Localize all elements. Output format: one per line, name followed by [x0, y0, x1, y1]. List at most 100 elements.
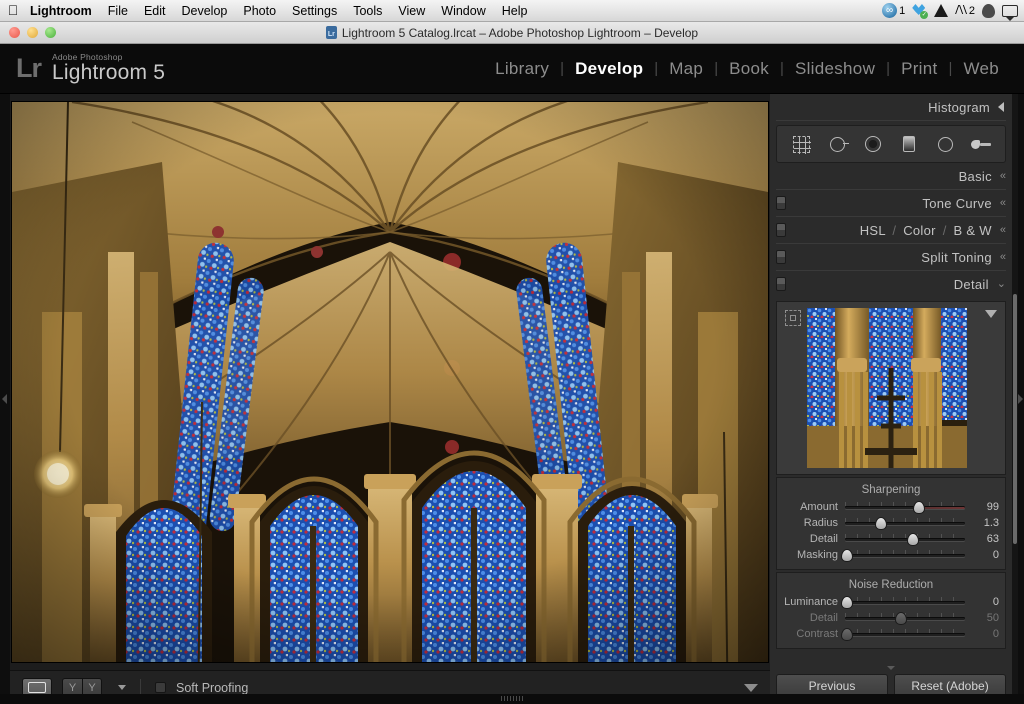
- spot-removal-tool[interactable]: [823, 131, 851, 157]
- panel-header-hsl-color-bw[interactable]: HSL / Color / B & W «: [770, 217, 1012, 243]
- adobe-status-item[interactable]: /\\ 2: [955, 3, 975, 18]
- dropbox-status-item[interactable]: [912, 3, 929, 19]
- slider-row-luminance[interactable]: Luminance 0: [777, 594, 1005, 610]
- apple-menu-icon[interactable]: : [0, 3, 26, 19]
- slider-knob-amount[interactable]: [913, 500, 926, 514]
- right-panel-collapse-strip[interactable]: [1018, 94, 1024, 704]
- panel-header-histogram[interactable]: Histogram: [770, 94, 1012, 120]
- slider-knob-detail[interactable]: [907, 532, 920, 546]
- slider-track-amount[interactable]: [845, 500, 965, 514]
- panel-switch-hsl[interactable]: [776, 223, 786, 237]
- slider-track-radius[interactable]: [845, 516, 965, 530]
- chevron-collapse-icon[interactable]: «: [1000, 251, 1006, 263]
- sharpening-section: Sharpening Amount 99 Radius 1.3 Detail 6…: [776, 477, 1006, 570]
- color-tab[interactable]: Color: [903, 223, 936, 238]
- menu-item-help[interactable]: Help: [494, 0, 536, 22]
- slider-row-nr-detail[interactable]: Detail 50: [777, 610, 1005, 626]
- panel-header-split-toning[interactable]: Split Toning «: [770, 244, 1012, 270]
- identity-plate[interactable]: Lr Adobe Photoshop Lightroom 5: [0, 53, 165, 84]
- left-panel-collapse-strip[interactable]: [0, 94, 10, 704]
- panel-header-detail[interactable]: Detail ⌄: [770, 271, 1012, 297]
- menu-item-photo[interactable]: Photo: [235, 0, 284, 22]
- panel-resize-handle[interactable]: [887, 666, 895, 670]
- slider-knob-luminance[interactable]: [841, 595, 854, 609]
- slider-track-masking[interactable]: [841, 548, 965, 562]
- panel-switch-split-toning[interactable]: [776, 250, 786, 264]
- noise-reduction-section: Noise Reduction Luminance 0 Detail 50 Co…: [776, 572, 1006, 649]
- menu-item-edit[interactable]: Edit: [136, 0, 174, 22]
- photo-loupe-view[interactable]: [12, 102, 768, 662]
- slider-track-luminance[interactable]: [841, 595, 965, 609]
- slider-knob-radius[interactable]: [875, 516, 887, 530]
- toolbar-options[interactable]: [744, 683, 758, 692]
- cathedral-photo: [12, 102, 768, 662]
- slider-row-amount[interactable]: Amount 99: [777, 499, 1005, 515]
- panel-header-basic[interactable]: Basic «: [770, 163, 1012, 189]
- module-develop[interactable]: Develop: [564, 59, 654, 79]
- graduated-filter-tool[interactable]: [895, 131, 923, 157]
- airplay-status-item[interactable]: [1002, 4, 1018, 17]
- menu-item-view[interactable]: View: [390, 0, 433, 22]
- menu-item-window[interactable]: Window: [433, 0, 493, 22]
- menu-item-file[interactable]: File: [100, 0, 136, 22]
- slider-value-detail[interactable]: 63: [965, 533, 999, 545]
- slider-value-masking[interactable]: 0: [965, 549, 999, 561]
- slider-knob-masking[interactable]: [841, 548, 854, 562]
- module-library[interactable]: Library: [484, 59, 560, 79]
- loupe-target-icon[interactable]: [785, 310, 801, 326]
- slider-value-nr-contrast[interactable]: 0: [965, 628, 999, 640]
- radial-filter-tool[interactable]: [931, 131, 959, 157]
- filmstrip-collapse-strip[interactable]: [0, 694, 1024, 704]
- slider-track-nr-detail[interactable]: [845, 611, 965, 625]
- slider-value-radius[interactable]: 1.3: [965, 517, 999, 529]
- detail-preview-panel[interactable]: [776, 301, 1006, 475]
- soft-proofing-label[interactable]: Soft Proofing: [176, 681, 248, 695]
- slider-track-detail[interactable]: [845, 532, 965, 546]
- evernote-status-item[interactable]: [982, 3, 995, 18]
- bw-tab[interactable]: B & W: [954, 223, 992, 238]
- google-drive-status-item[interactable]: [934, 4, 949, 17]
- slider-row-nr-contrast[interactable]: Contrast 0: [777, 626, 1005, 642]
- menu-item-tools[interactable]: Tools: [345, 0, 390, 22]
- slider-row-detail[interactable]: Detail 63: [777, 531, 1005, 547]
- slider-knob-nr-detail[interactable]: [895, 611, 908, 625]
- module-slideshow[interactable]: Slideshow: [784, 59, 886, 79]
- slider-ticks: [845, 502, 965, 506]
- module-map[interactable]: Map: [658, 59, 714, 79]
- adjustment-brush-tool[interactable]: [967, 131, 995, 157]
- crop-overlay-tool[interactable]: [787, 131, 815, 157]
- chevron-collapse-icon[interactable]: «: [1000, 224, 1006, 236]
- menu-item-lightroom[interactable]: Lightroom: [26, 0, 100, 22]
- image-preview-area[interactable]: [10, 94, 770, 670]
- panel-switch-detail[interactable]: [776, 277, 786, 291]
- slider-row-masking[interactable]: Masking 0: [777, 547, 1005, 563]
- slider-value-luminance[interactable]: 0: [965, 596, 999, 608]
- detail-preview-disclosure-icon[interactable]: [985, 310, 997, 318]
- chevron-left-icon[interactable]: [998, 102, 1004, 112]
- panel-switch-tone-curve[interactable]: [776, 196, 786, 210]
- chevron-collapse-icon[interactable]: «: [1000, 170, 1006, 182]
- creative-cloud-status-item[interactable]: 1: [882, 3, 905, 18]
- menu-item-settings[interactable]: Settings: [284, 0, 345, 22]
- slider-track-nr-contrast[interactable]: [841, 627, 965, 641]
- module-print[interactable]: Print: [890, 59, 948, 79]
- chevron-expand-icon[interactable]: ⌄: [997, 278, 1006, 290]
- panel-header-tone-curve[interactable]: Tone Curve «: [770, 190, 1012, 216]
- red-eye-correction-tool[interactable]: [859, 131, 887, 157]
- chevron-collapse-icon[interactable]: «: [1000, 197, 1006, 209]
- slider-row-radius[interactable]: Radius 1.3: [777, 515, 1005, 531]
- soft-proofing-checkbox[interactable]: [155, 682, 166, 693]
- slider-value-nr-detail[interactable]: 50: [965, 612, 999, 624]
- slider-knob-nr-contrast[interactable]: [841, 627, 854, 641]
- slider-value-amount[interactable]: 99: [965, 501, 999, 513]
- slider-label-radius: Radius: [803, 517, 838, 529]
- slider-label-nr-detail: Detail: [809, 612, 838, 624]
- hsl-tab[interactable]: HSL: [860, 223, 886, 238]
- detail-zoom-preview[interactable]: [807, 308, 967, 468]
- before-after-dropdown-icon[interactable]: [118, 685, 126, 690]
- module-web[interactable]: Web: [952, 59, 1010, 79]
- slider-ticks: [845, 534, 965, 538]
- scrollbar-thumb[interactable]: [1013, 294, 1017, 544]
- menu-item-develop[interactable]: Develop: [174, 0, 236, 22]
- module-book[interactable]: Book: [718, 59, 780, 79]
